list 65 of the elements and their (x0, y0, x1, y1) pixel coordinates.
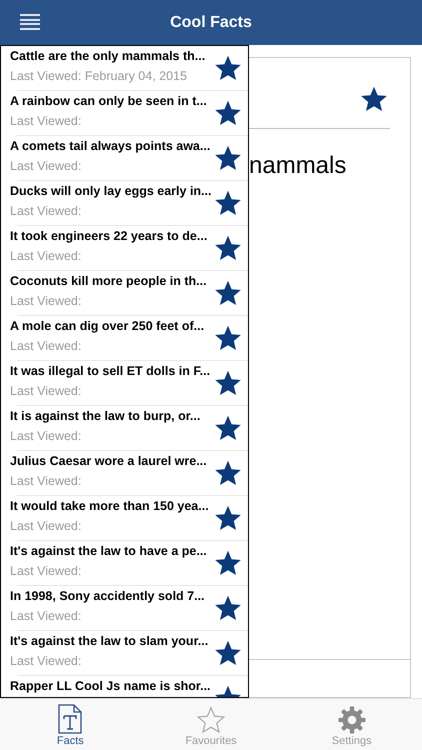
last-viewed-text: Last Viewed: (10, 338, 82, 355)
fact-title: A rainbow can only be seen in t... (10, 93, 208, 110)
fact-row[interactable]: Cattle are the only mammals th... Last Viewed: February 04, 2015 (1, 46, 248, 90)
last-viewed-text: Last Viewed: (10, 203, 82, 220)
fact-title: It would take more than 150 yea... (10, 498, 210, 515)
favourite-star-icon[interactable] (214, 144, 242, 172)
nav-title: Cool Facts (170, 12, 252, 32)
menu-icon[interactable] (20, 14, 40, 30)
fact-row[interactable]: Julius Caesar wore a laurel wre... Last Viewed: (1, 451, 248, 495)
star-icon (197, 706, 225, 734)
fact-title: It's against the law to have a pe... (10, 543, 208, 560)
fact-title: Rapper LL Cool Js name is shor... (10, 678, 212, 695)
favourite-star-icon[interactable] (214, 369, 242, 397)
favourite-star-icon[interactable] (214, 549, 242, 577)
last-viewed-text: Last Viewed: (10, 293, 82, 310)
fact-row[interactable]: Coconuts kill more people in th... Last Viewed: (1, 271, 248, 315)
fact-row[interactable]: In 1998, Sony accidently sold 7... Last Viewed: (1, 586, 248, 630)
fact-row[interactable]: It was illegal to sell ET dolls in F... Last Viewed: (1, 361, 248, 405)
fact-row[interactable]: It is against the law to burp, or... Last Viewed: (1, 406, 248, 450)
fact-row[interactable]: Ducks will only lay eggs early in... Last Viewed: (1, 181, 248, 225)
last-viewed-text: Last Viewed: (10, 428, 82, 445)
last-viewed-text: Last Viewed: (10, 383, 82, 400)
document-icon (58, 704, 82, 734)
last-viewed-text: Last Viewed: (10, 248, 82, 265)
fact-title: It took engineers 22 years to de... (10, 228, 208, 245)
last-viewed-text: Last Viewed: (10, 518, 82, 535)
favourite-star-icon[interactable] (214, 99, 242, 127)
last-viewed-text: Last Viewed: (10, 113, 82, 130)
fact-row[interactable]: A rainbow can only be seen in t... Last Viewed: (1, 91, 248, 135)
favourite-star-icon[interactable] (214, 324, 242, 352)
last-viewed-text: Last Viewed: (10, 653, 82, 670)
favourite-star-icon[interactable] (214, 504, 242, 532)
favourite-star-icon[interactable] (214, 54, 242, 82)
favourite-star-icon[interactable] (214, 234, 242, 262)
last-viewed-text: Last Viewed: (10, 158, 82, 175)
tab-bar-item[interactable]: Facts (0, 699, 141, 750)
favourite-star-icon[interactable] (214, 414, 242, 442)
fact-row[interactable]: It's against the law to have a pe... Last Viewed: (1, 541, 248, 585)
fact-row[interactable]: It's against the law to slam your... Last Viewed: (1, 631, 248, 675)
fact-title: It was illegal to sell ET dolls in F... (10, 363, 212, 380)
fact-title: A comets tail always points awa... (10, 138, 212, 155)
last-viewed-text: Last Viewed: (10, 608, 82, 625)
last-viewed-text: Last Viewed: (10, 563, 82, 580)
fact-title: It is against the law to burp, or... (10, 408, 202, 425)
fact-row[interactable]: It took engineers 22 years to de... Last Viewed: (1, 226, 248, 270)
fact-row[interactable]: It would take more than 150 yea... Last Viewed: (1, 496, 248, 540)
fact-title: It's against the law to slam your... (10, 633, 210, 650)
last-viewed-text: Last Viewed: February 04, 2015 (10, 68, 188, 85)
fact-title: A mole can dig over 250 feet of... (10, 318, 206, 335)
favourite-star-icon[interactable] (214, 594, 242, 622)
fact-row[interactable]: A mole can dig over 250 feet of... Last Viewed: (1, 316, 248, 360)
fact-title: In 1998, Sony accidently sold 7... (10, 588, 206, 605)
fact-row[interactable]: A comets tail always points awa... Last Viewed: (1, 136, 248, 180)
favourite-star-icon[interactable] (214, 639, 242, 667)
favourite-star-icon[interactable] (214, 279, 242, 307)
last-viewed-text: Last Viewed: (10, 473, 82, 490)
fact-title: Coconuts kill more people in th... (10, 273, 208, 290)
gear-icon (338, 706, 366, 734)
fact-text: nammals (249, 151, 346, 181)
fact-title: Ducks will only lay eggs early in... (10, 183, 212, 200)
favourite-star-icon[interactable] (214, 189, 242, 217)
fact-title: Julius Caesar wore a laurel wre... (10, 453, 208, 470)
favourite-star-icon[interactable] (360, 85, 388, 113)
favourite-star-icon[interactable] (214, 459, 242, 487)
fact-title: Cattle are the only mammals th... (10, 48, 206, 65)
